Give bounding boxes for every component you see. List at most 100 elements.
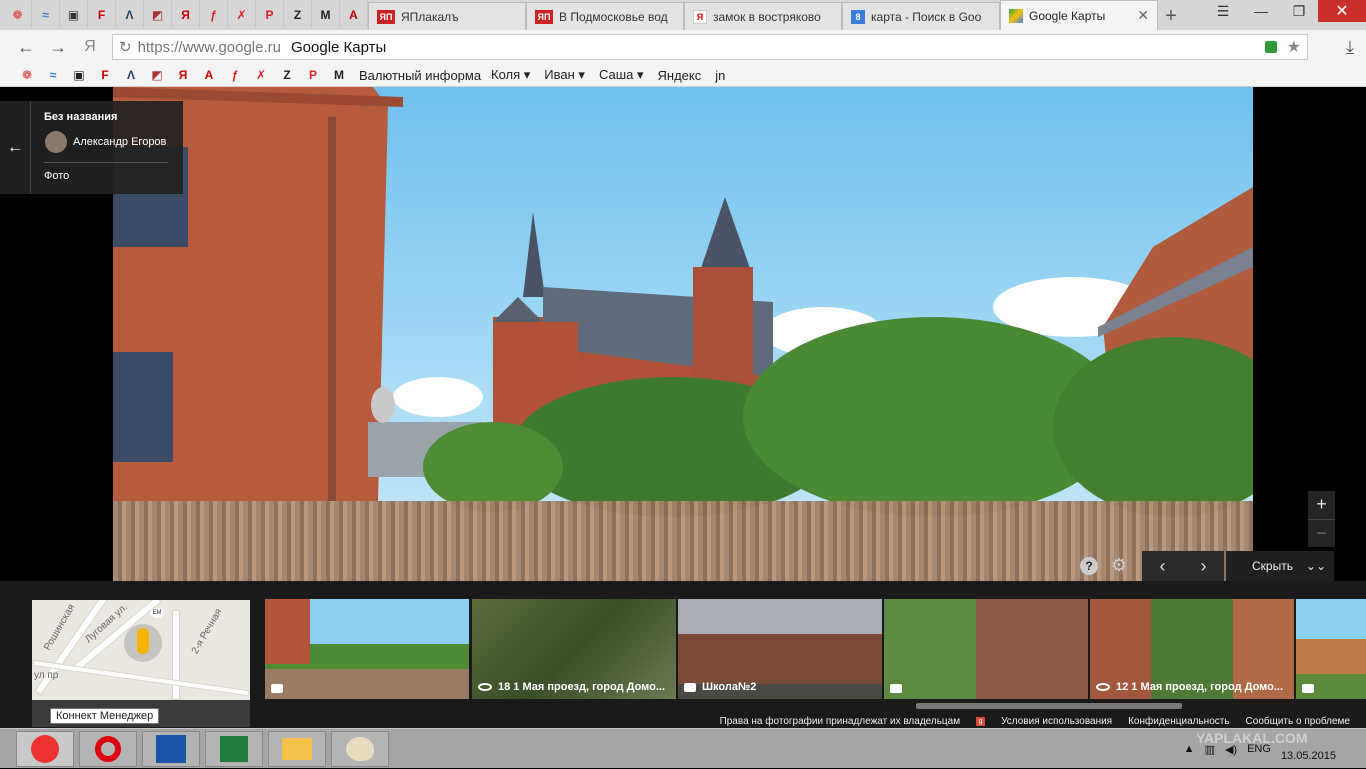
back-arrow-icon[interactable]: ←: [0, 101, 31, 194]
close-window-icon[interactable]: ✕: [1318, 0, 1366, 22]
minimize-icon[interactable]: —: [1242, 0, 1280, 22]
tab-label: ЯПлакалъ: [401, 9, 459, 24]
pinned-tab-icon[interactable]: ◩: [144, 1, 172, 29]
google-plus-icon[interactable]: g: [976, 716, 986, 726]
navigation-bar: ← → Я ↻ https://www.google.ru Google Кар…: [0, 30, 1366, 64]
taskbar-opera[interactable]: [79, 731, 137, 767]
pinned-tab-icon[interactable]: ≈: [32, 1, 60, 29]
bookmark-icon[interactable]: ◩: [144, 65, 170, 85]
tab-google-search[interactable]: 8 карта - Поиск в Goo: [842, 2, 1000, 30]
bookmark-yandex[interactable]: Яндекс: [651, 68, 709, 83]
browser-tab-bar: ❁ ≈ ▣ F Λ ◩ Я ƒ ✗ P Z M A ЯП ЯПлакалъ ЯП…: [0, 0, 1366, 30]
bookmark-folder-ivan[interactable]: Иван ▾: [537, 67, 592, 83]
pinned-tab-icon[interactable]: ❁: [4, 1, 32, 29]
thumbnail[interactable]: Школа№2: [678, 599, 882, 699]
pinned-tab-icon[interactable]: Λ: [116, 1, 144, 29]
hide-filmstrip-button[interactable]: Скрыть ⌄⌄: [1226, 551, 1334, 581]
forward-arrow-icon[interactable]: →: [42, 31, 74, 63]
zoom-out-button[interactable]: −: [1308, 518, 1335, 548]
bookmark-icon[interactable]: ƒ: [222, 65, 248, 85]
pinned-tab-icon[interactable]: ✗: [228, 1, 256, 29]
bookmark-icon[interactable]: F: [92, 65, 118, 85]
taskbar-explorer[interactable]: [268, 731, 326, 767]
pegman-icon[interactable]: [124, 624, 162, 662]
pinned-tab-icon[interactable]: P: [256, 1, 284, 29]
close-tab-icon[interactable]: ✕: [1137, 7, 1149, 24]
thumbnail-caption: [890, 684, 908, 693]
pinned-tab-icon[interactable]: ▣: [60, 1, 88, 29]
author-name[interactable]: Александр Егоров: [73, 136, 166, 148]
pinned-tab-icon[interactable]: ƒ: [200, 1, 228, 29]
tab-yaplakal[interactable]: ЯП ЯПлакалъ: [368, 2, 526, 30]
tab-label: замок в востряково: [713, 9, 821, 24]
address-bar[interactable]: ↻ https://www.google.ru Google Карты ★: [112, 34, 1308, 60]
bookmark-valyutny[interactable]: Валютный информа: [352, 68, 484, 83]
new-tab-icon[interactable]: +: [1158, 2, 1184, 30]
reload-icon[interactable]: ↻: [119, 38, 132, 56]
back-arrow-icon[interactable]: ←: [10, 31, 42, 63]
thumbnail[interactable]: [884, 599, 1088, 699]
thumbnail[interactable]: 18 1 Мая проезд, город Домо...: [472, 599, 676, 699]
taskbar-excel[interactable]: [205, 731, 263, 767]
tray-expand-icon[interactable]: ▲: [1184, 743, 1195, 755]
terms-link[interactable]: Условия использования: [1001, 716, 1112, 727]
bookmark-icon[interactable]: A: [196, 65, 222, 85]
bookmark-icon[interactable]: Z: [274, 65, 300, 85]
watermark: YAPLAKAL.COM: [1196, 730, 1308, 746]
tab-podmoskovie[interactable]: ЯП В Подмосковье вод: [526, 2, 684, 30]
bookmark-star-icon[interactable]: ★: [1287, 37, 1301, 57]
menu-icon[interactable]: ☰: [1204, 0, 1242, 22]
panorama-icon: [478, 683, 492, 691]
pinned-tab-icon[interactable]: A: [340, 1, 368, 29]
window-controls: ☰ — ❐ ✕: [1204, 0, 1366, 30]
pinned-tab-icon[interactable]: Z: [284, 1, 312, 29]
taskbar-tecdoc[interactable]: [142, 731, 200, 767]
photo-rights-text: Права на фотографии принадлежат их владе…: [719, 715, 961, 727]
tab-yandex-search[interactable]: Я замок в востряково: [684, 2, 842, 30]
pinned-tab-icon[interactable]: F: [88, 1, 116, 29]
zoom-in-button[interactable]: +: [1308, 491, 1335, 519]
help-icon[interactable]: ?: [1080, 557, 1098, 575]
taskbar-yandex-browser[interactable]: [16, 731, 74, 767]
gear-icon[interactable]: ⚙: [1108, 554, 1130, 576]
bookmark-folder-sasha[interactable]: Саша ▾: [592, 67, 651, 83]
bookmark-icon[interactable]: P: [300, 65, 326, 85]
map-road: [172, 610, 180, 700]
bookmark-icon[interactable]: Я: [170, 65, 196, 85]
yandex-logo-icon[interactable]: Я: [74, 31, 106, 63]
address-url: https://www.google.ru: [137, 38, 281, 56]
bookmark-icon[interactable]: ≈: [40, 65, 66, 85]
report-problem-link[interactable]: Сообщить о проблеме: [1246, 716, 1350, 727]
bookmark-icon[interactable]: M: [326, 65, 352, 85]
chevron-right-icon[interactable]: ›: [1183, 551, 1224, 581]
bookmark-folder-kolya[interactable]: Коля ▾: [484, 67, 537, 83]
tab-google-maps[interactable]: Google Карты ✕: [1000, 0, 1158, 30]
tab-label: В Подмосковье вод: [559, 9, 668, 24]
filmstrip-scrollbar[interactable]: [916, 703, 1182, 709]
lock-icon[interactable]: [1264, 41, 1277, 53]
pinned-tab-icon[interactable]: M: [312, 1, 340, 29]
author-avatar[interactable]: [45, 131, 67, 153]
panorama-icon: [1096, 683, 1110, 691]
bookmark-icon[interactable]: ▣: [66, 65, 92, 85]
photo-pager: ‹ ›: [1142, 551, 1224, 581]
bookmark-icon[interactable]: ✗: [248, 65, 274, 85]
thumbnail[interactable]: 12 1 Мая проезд, город Домо...: [1090, 599, 1294, 699]
bookmark-icon[interactable]: ❁: [14, 65, 40, 85]
camera-icon: [890, 684, 902, 693]
bookmark-jn[interactable]: jn: [708, 68, 732, 83]
download-icon[interactable]: ⤓: [1346, 37, 1354, 58]
maximize-icon[interactable]: ❐: [1280, 0, 1318, 22]
chevron-left-icon[interactable]: ‹: [1142, 551, 1183, 581]
pinned-tab-icon[interactable]: Я: [172, 1, 200, 29]
taskbar-paint[interactable]: [331, 731, 389, 767]
thumbnail[interactable]: [1296, 599, 1366, 699]
bookmark-icon[interactable]: Λ: [118, 65, 144, 85]
privacy-link[interactable]: Конфиденциальность: [1128, 716, 1229, 727]
chevron-down-icon: ⌄⌄: [1305, 559, 1326, 573]
thumbnail[interactable]: [265, 599, 469, 699]
address-page-title: Google Карты: [291, 38, 387, 56]
yandex-favicon-icon: Я: [693, 9, 707, 24]
street-photo-viewer[interactable]: [113, 87, 1253, 581]
google-maps-favicon-icon: [1009, 8, 1023, 23]
